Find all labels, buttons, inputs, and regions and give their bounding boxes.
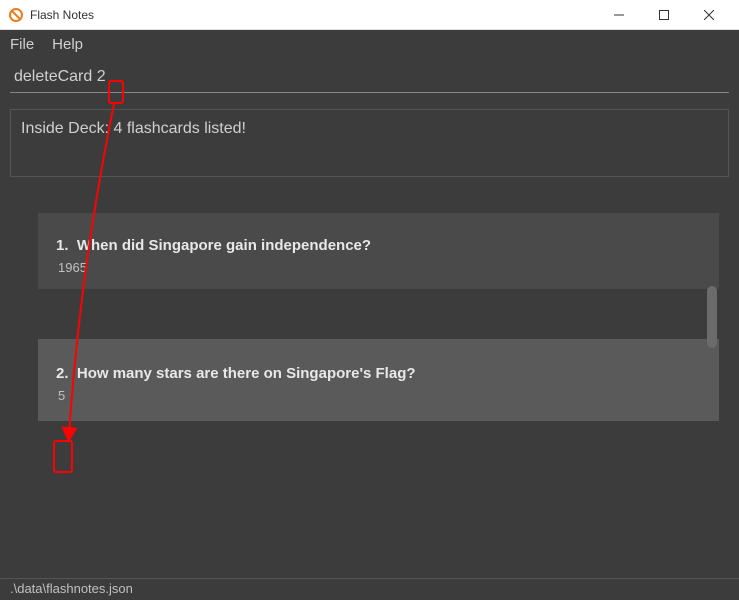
status-text: Inside Deck: 4 flashcards listed! [21, 120, 246, 137]
annotation-highlight-box [108, 80, 124, 104]
status-box: Inside Deck: 4 flashcards listed! [10, 109, 729, 177]
window-title: Flash Notes [30, 8, 596, 22]
maximize-button[interactable] [641, 1, 686, 29]
app-icon [8, 7, 24, 23]
titlebar: Flash Notes [0, 0, 739, 30]
menubar: File Help [0, 30, 739, 58]
menu-help[interactable]: Help [52, 36, 83, 53]
card-answer: 1965 [56, 260, 701, 275]
menu-file[interactable]: File [10, 36, 34, 53]
close-button[interactable] [686, 1, 731, 29]
card-question-text: How many stars are there on Singapore's … [77, 365, 416, 382]
annotation-highlight-box [53, 440, 73, 473]
footer: .\data\flashnotes.json [0, 578, 739, 600]
card-answer: 5 [56, 388, 701, 403]
card-question: 1. When did Singapore gain independence? [56, 237, 701, 254]
footer-path: .\data\flashnotes.json [10, 581, 133, 596]
scrollbar[interactable] [707, 286, 717, 348]
card-item[interactable]: 1. When did Singapore gain independence?… [38, 213, 719, 289]
card-question: 2. How many stars are there on Singapore… [56, 365, 701, 382]
app-body: File Help Inside Deck: 4 flashcards list… [0, 30, 739, 600]
card-number: 1. [56, 237, 69, 254]
card-number: 2. [56, 365, 69, 382]
card-question-text: When did Singapore gain independence? [77, 237, 371, 254]
cards-container: 1. When did Singapore gain independence?… [0, 177, 739, 578]
window-controls [596, 1, 731, 29]
card-item[interactable]: 2. How many stars are there on Singapore… [38, 339, 719, 421]
minimize-button[interactable] [596, 1, 641, 29]
